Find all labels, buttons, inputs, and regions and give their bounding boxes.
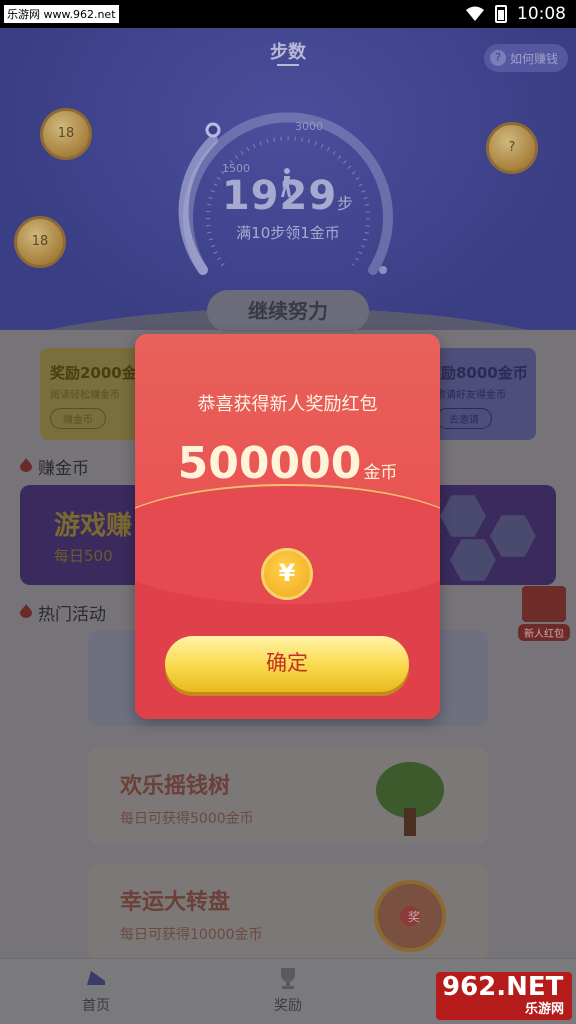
dialog-title: 恭喜获得新人奖励红包	[197, 394, 378, 415]
watermark-sub: 乐游网	[524, 1002, 564, 1017]
game-thumbnail	[490, 515, 536, 557]
activity-title: 幸运大转盘	[120, 890, 231, 915]
clock: 10:08	[517, 4, 566, 24]
activity-card-wheel[interactable]: 幸运大转盘 每日可获得10000金币 奖	[88, 864, 488, 960]
site-watermark: 乐游网 www.962.net	[4, 5, 119, 23]
yen-coin-icon: ¥	[261, 548, 313, 600]
earn-coins-button[interactable]: 赚金币	[50, 408, 106, 429]
continue-button[interactable]: 继续努力	[207, 290, 369, 332]
floating-coin[interactable]: 18	[40, 108, 92, 160]
flame-icon	[20, 458, 32, 472]
steps-hint: 满10步领1金币	[236, 224, 340, 242]
trophy-icon	[281, 968, 295, 989]
game-banner-subtitle: 每日500	[54, 547, 113, 565]
how-to-earn-button[interactable]: ? 如何赚钱	[483, 44, 568, 72]
activity-subtitle: 每日可获得5000金币	[120, 811, 254, 827]
status-bar: 乐游网 www.962.net 10:08	[0, 0, 576, 28]
steps-unit: 步	[337, 194, 355, 213]
question-icon: ?	[489, 50, 506, 66]
how-to-earn-label: 如何赚钱	[509, 51, 558, 66]
game-thumbnail	[450, 539, 496, 581]
nav-home-label: 首页	[82, 998, 110, 1014]
invite-button[interactable]: 去邀请	[436, 408, 492, 429]
section-title-hot: 热门活动	[38, 605, 106, 625]
reward-card-title: 奖励8000金币	[426, 364, 528, 382]
redpack-label: 新人红包	[518, 624, 570, 641]
reward-card-subtitle: 邀请好友得金币	[436, 390, 506, 401]
activity-card-money-tree[interactable]: 欢乐摇钱树 每日可获得5000金币	[88, 748, 488, 844]
nav-home[interactable]: 首页	[56, 965, 136, 1015]
floating-coin[interactable]: ?	[486, 122, 538, 174]
title-underline	[277, 64, 299, 66]
new-user-redpack[interactable]: 新人红包	[518, 586, 570, 642]
brand-watermark: 962.NET 乐游网	[436, 972, 572, 1020]
dialog-amount: 500000 金币	[135, 438, 440, 489]
shoe-icon	[87, 971, 105, 985]
game-banner-title: 游戏赚	[54, 511, 133, 541]
wheel-center-label: 奖	[407, 910, 420, 924]
activity-title: 欢乐摇钱树	[120, 774, 231, 799]
activity-subtitle: 每日可获得10000金币	[120, 927, 263, 943]
redpack-icon	[522, 586, 566, 622]
game-thumbnail	[440, 495, 486, 537]
money-tree-icon	[376, 762, 444, 836]
steps-number: 1929	[221, 173, 338, 219]
watermark-brand: 962.NET	[442, 972, 564, 1002]
reward-card-subtitle: 阅读轻松赚金币	[50, 390, 120, 401]
amount-unit: 金币	[363, 463, 398, 483]
nav-rewards-label: 奖励	[274, 998, 302, 1014]
wifi-icon	[466, 6, 484, 21]
flame-icon	[20, 604, 32, 618]
amount-value: 500000	[177, 438, 362, 489]
battery-icon	[495, 5, 507, 23]
gauge-label-high: 3000	[295, 120, 323, 133]
section-title-earn: 赚金币	[38, 459, 89, 479]
steps-count: 1929步	[0, 173, 576, 219]
nav-rewards[interactable]: 奖励	[248, 965, 328, 1015]
confirm-button[interactable]: 确定	[165, 636, 409, 692]
new-user-redpack-dialog: 恭喜获得新人奖励红包 500000 金币 ¥ 确定	[135, 334, 440, 719]
